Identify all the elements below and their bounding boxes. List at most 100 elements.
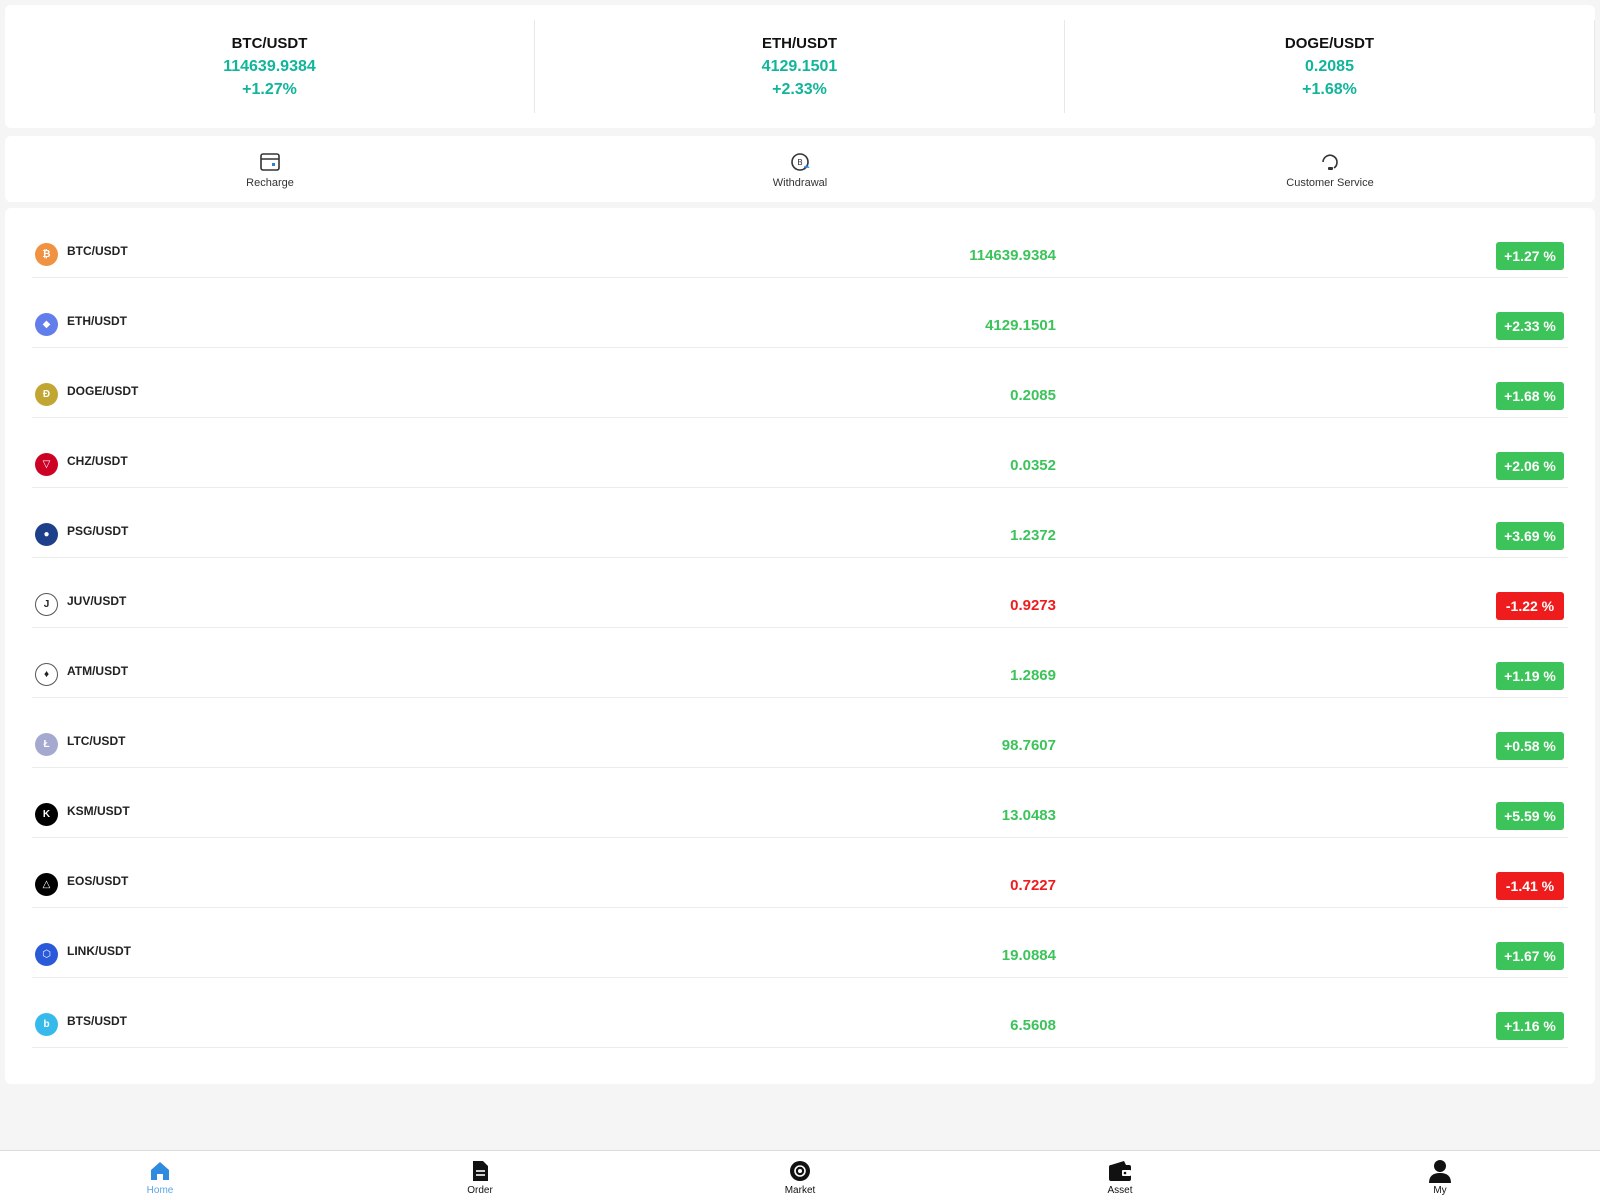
last-price: 1.2372 — [1010, 527, 1056, 544]
last-price: 98.7607 — [1001, 737, 1056, 754]
pair-name: ATM/USDT — [67, 664, 129, 678]
eos-icon: △ — [35, 873, 58, 896]
bitcoin-icon: ₿ — [35, 243, 58, 266]
market-row[interactable]: Ł LTC/USDT 98.7607 +0.58 % — [32, 698, 1568, 768]
pair-name: LTC/USDT — [67, 734, 126, 748]
change-badge: +5.59 % — [1496, 802, 1564, 830]
dogecoin-icon: Ð — [35, 383, 58, 406]
ticker-price: 0.2085 — [1305, 57, 1354, 75]
pair-name: JUV/USDT — [67, 594, 127, 608]
tab-label: Market — [784, 1185, 816, 1196]
last-price: 6.5608 — [1010, 1017, 1056, 1034]
change-badge: +1.67 % — [1496, 942, 1564, 970]
market-row[interactable]: ♦ ATM/USDT 1.2869 +1.19 % — [32, 628, 1568, 698]
change-badge: +1.27 % — [1496, 242, 1564, 270]
wallet-icon — [1108, 1159, 1132, 1183]
market-icon — [788, 1159, 812, 1183]
document-icon — [468, 1159, 492, 1183]
last-price: 13.0483 — [1001, 807, 1056, 824]
customer-service-button[interactable]: Customer Service — [1065, 149, 1595, 189]
pair-name: ETH/USDT — [67, 314, 127, 328]
withdrawal-icon: B — [787, 149, 813, 175]
ticker-price: 114639.9384 — [223, 57, 316, 75]
change-badge: +0.58 % — [1496, 732, 1564, 760]
ticker-change: +2.33% — [772, 80, 827, 98]
tab-asset[interactable]: Asset — [960, 1151, 1280, 1200]
last-price: 19.0884 — [1001, 947, 1056, 964]
pair-name: PSG/USDT — [67, 524, 129, 538]
last-price: 1.2869 — [1010, 667, 1056, 684]
quick-actions: Recharge B Withdrawal Customer Service — [5, 136, 1595, 202]
market-row[interactable]: b BTS/USDT 6.5608 +1.16 % — [32, 978, 1568, 1048]
market-list: ₿ BTC/USDT 114639.9384 +1.27 % ◆ ETH/USDT 4129… — [5, 208, 1595, 1084]
change-badge: +2.06 % — [1496, 452, 1564, 480]
tab-market[interactable]: Market — [640, 1151, 960, 1200]
withdrawal-label: Withdrawal — [772, 177, 828, 189]
last-price: 0.7227 — [1010, 877, 1056, 894]
ticker-pair: BTC/USDT — [231, 34, 308, 52]
last-price: 114639.9384 — [969, 247, 1056, 264]
market-row[interactable]: ▽ CHZ/USDT 0.0352 +2.06 % — [32, 418, 1568, 488]
chiliz-icon: ▽ — [35, 453, 58, 476]
market-row[interactable]: ● PSG/USDT 1.2372 +3.69 % — [32, 488, 1568, 558]
market-row[interactable]: Ð DOGE/USDT 0.2085 +1.68 % — [32, 348, 1568, 418]
psg-icon: ● — [35, 523, 58, 546]
bottom-tab-bar: Home Order Market Asset My — [0, 1150, 1600, 1200]
change-badge: -1.22 % — [1496, 592, 1564, 620]
pair-name: BTC/USDT — [67, 244, 128, 258]
atletico-icon: ♦ — [35, 663, 58, 686]
market-row[interactable]: △ EOS/USDT 0.7227 -1.41 % — [32, 838, 1568, 908]
ticker-price: 4129.1501 — [761, 57, 838, 75]
ticker-pair: DOGE/USDT — [1284, 34, 1375, 52]
user-icon — [1428, 1159, 1452, 1183]
withdrawal-button[interactable]: B Withdrawal — [535, 149, 1065, 189]
customer-service-label: Customer Service — [1286, 177, 1374, 189]
ticker-change: +1.27% — [242, 80, 297, 98]
recharge-icon — [257, 149, 283, 175]
chainlink-icon: ⬡ — [35, 943, 58, 966]
pair-name: KSM/USDT — [67, 804, 130, 818]
ethereum-icon: ◆ — [35, 313, 58, 336]
tab-order[interactable]: Order — [320, 1151, 640, 1200]
last-price: 0.2085 — [1010, 387, 1056, 404]
tab-home[interactable]: Home — [0, 1151, 320, 1200]
pair-name: LINK/USDT — [67, 944, 131, 958]
last-price: 0.0352 — [1010, 457, 1056, 474]
change-badge: -1.41 % — [1496, 872, 1564, 900]
change-badge: +2.33 % — [1496, 312, 1564, 340]
market-row[interactable]: ⬡ LINK/USDT 19.0884 +1.67 % — [32, 908, 1568, 978]
change-badge: +3.69 % — [1496, 522, 1564, 550]
pair-name: BTS/USDT — [67, 1014, 127, 1028]
home-icon — [148, 1159, 172, 1183]
ticker-eth[interactable]: ETH/USDT 4129.1501 +2.33% — [535, 20, 1065, 113]
svg-text:B: B — [797, 158, 803, 167]
ticker-doge[interactable]: DOGE/USDT 0.2085 +1.68% — [1065, 20, 1595, 113]
change-badge: +1.68 % — [1496, 382, 1564, 410]
pair-name: EOS/USDT — [67, 874, 129, 888]
change-badge: +1.16 % — [1496, 1012, 1564, 1040]
market-row[interactable]: ◆ ETH/USDT 4129.1501 +2.33 % — [32, 278, 1568, 348]
juventus-icon: J — [35, 593, 58, 616]
recharge-label: Recharge — [246, 177, 294, 189]
tab-my[interactable]: My — [1280, 1151, 1600, 1200]
kusama-icon: K — [35, 803, 58, 826]
last-price: 4129.1501 — [985, 317, 1056, 334]
tab-label: Asset — [1107, 1185, 1133, 1196]
market-row[interactable]: J JUV/USDT 0.9273 -1.22 % — [32, 558, 1568, 628]
tab-label: Order — [467, 1185, 493, 1196]
ticker-pair: ETH/USDT — [762, 34, 837, 52]
tab-label: My — [1433, 1185, 1447, 1196]
market-row[interactable]: ₿ BTC/USDT 114639.9384 +1.27 % — [32, 208, 1568, 278]
ticker-btc[interactable]: BTC/USDT 114639.9384 +1.27% — [5, 20, 535, 113]
tab-label: Home — [146, 1185, 174, 1196]
headset-icon — [1317, 149, 1343, 175]
change-badge: +1.19 % — [1496, 662, 1564, 690]
pair-name: DOGE/USDT — [67, 384, 139, 398]
ticker-change: +1.68% — [1302, 80, 1357, 98]
pair-name: CHZ/USDT — [67, 454, 128, 468]
last-price: 0.9273 — [1010, 597, 1056, 614]
market-row[interactable]: K KSM/USDT 13.0483 +5.59 % — [32, 768, 1568, 838]
recharge-button[interactable]: Recharge — [5, 149, 535, 189]
bitshares-icon: b — [35, 1013, 58, 1036]
litecoin-icon: Ł — [35, 733, 58, 756]
